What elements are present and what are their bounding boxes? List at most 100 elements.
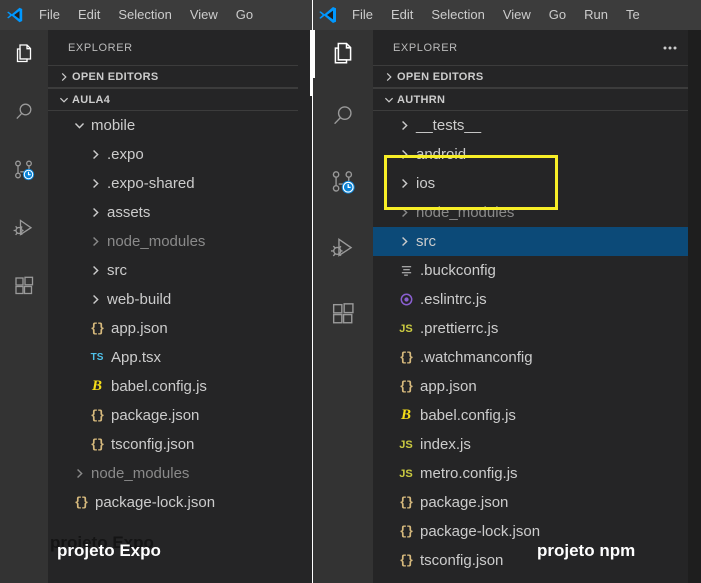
menu-run[interactable]: Run xyxy=(575,0,617,30)
tree-file-buckconfig[interactable]: .buckconfig xyxy=(373,256,688,285)
menu-terminal[interactable]: Te xyxy=(617,0,649,30)
tree-item-label: app.json xyxy=(420,378,477,395)
chevron-right-icon[interactable] xyxy=(70,467,88,480)
menu-selection[interactable]: Selection xyxy=(109,0,180,30)
json-icon: {} xyxy=(90,408,105,423)
chevron-right-icon[interactable] xyxy=(86,148,104,161)
chevron-right-icon[interactable] xyxy=(395,148,413,161)
tree-item-label: package-lock.json xyxy=(420,523,541,540)
menu-view[interactable]: View xyxy=(494,0,540,30)
right-open-editors-section[interactable]: OPEN EDITORS xyxy=(373,65,688,88)
explorer-icon[interactable] xyxy=(0,30,48,78)
tree-folder-expo[interactable]: .expo xyxy=(48,140,312,169)
tree-folder-node-modules[interactable]: node_modules xyxy=(48,459,312,488)
tree-item-label: ios xyxy=(416,175,436,192)
run-debug-icon[interactable] xyxy=(313,224,373,272)
search-icon[interactable] xyxy=(0,88,48,136)
left-menu-bar[interactable]: File Edit Selection View Go xyxy=(0,0,312,30)
tree-folder-mobile[interactable]: mobile xyxy=(48,111,312,140)
config-lines-icon xyxy=(395,264,417,277)
tree-file-tsconfig-json[interactable]: {} tsconfig.json xyxy=(373,546,688,575)
tree-file-metro-config-js[interactable]: JS metro.config.js xyxy=(373,459,688,488)
tree-item-label: node_modules xyxy=(416,204,515,221)
chevron-down-icon[interactable] xyxy=(70,119,88,132)
tree-folder-src[interactable]: src xyxy=(48,256,312,285)
tree-file-eslintrc-js[interactable]: .eslintrc.js xyxy=(373,285,688,314)
tree-file-package-lock-json[interactable]: {} package-lock.json xyxy=(48,488,312,517)
tree-item-label: .prettierrc.js xyxy=(420,320,499,337)
tree-item-label: assets xyxy=(107,204,151,221)
json-icon: {} xyxy=(90,437,105,452)
tree-file-package-json[interactable]: {} package.json xyxy=(48,401,312,430)
tree-file-prettierrc-js[interactable]: JS .prettierrc.js xyxy=(373,314,688,343)
more-actions-icon[interactable] xyxy=(664,46,676,49)
chevron-right-icon[interactable] xyxy=(395,177,413,190)
run-debug-icon[interactable] xyxy=(0,204,48,252)
tree-folder-ios[interactable]: ios xyxy=(373,169,688,198)
source-control-icon[interactable] xyxy=(0,146,48,194)
tree-file-app-tsx[interactable]: TS App.tsx xyxy=(48,343,312,372)
tree-file-babel-config-js[interactable]: Bbabel.config.js xyxy=(373,401,688,430)
tree-item-label: .expo xyxy=(107,146,144,163)
chevron-right-icon[interactable] xyxy=(395,206,413,219)
right-menu-bar[interactable]: File Edit Selection View Go Run Te xyxy=(313,0,701,30)
left-sidebar-scrollbar[interactable] xyxy=(298,30,312,583)
tree-folder-src[interactable]: src xyxy=(373,227,688,256)
tree-folder-android[interactable]: android xyxy=(373,140,688,169)
menu-edit[interactable]: Edit xyxy=(69,0,109,30)
tree-file-package-json[interactable]: {} package.json xyxy=(373,488,688,517)
right-root-folder-section[interactable]: AUTHRN xyxy=(373,88,688,111)
chevron-right-icon[interactable] xyxy=(395,235,413,248)
tree-file-package-lock-json[interactable]: {} package-lock.json xyxy=(373,517,688,546)
json-icon: {} xyxy=(399,524,414,539)
extensions-icon[interactable] xyxy=(313,290,373,338)
right-explorer-header: EXPLORER xyxy=(373,30,688,65)
tree-file-watchmanconfig[interactable]: {} .watchmanconfig xyxy=(373,343,688,372)
search-icon[interactable] xyxy=(313,92,373,140)
tree-item-label: metro.config.js xyxy=(420,465,518,482)
left-root-folder-section[interactable]: AULA4 xyxy=(48,88,312,111)
tree-item-label: mobile xyxy=(91,117,136,134)
tree-file-tsconfig-json[interactable]: {} tsconfig.json xyxy=(48,430,312,459)
extensions-icon[interactable] xyxy=(0,262,48,310)
left-open-editors-section[interactable]: OPEN EDITORS xyxy=(48,65,312,88)
tree-item-label: .watchmanconfig xyxy=(420,349,533,366)
js-icon: JS xyxy=(399,467,413,480)
tree-item-label: babel.config.js xyxy=(111,378,207,395)
right-activity-bar xyxy=(313,30,373,583)
chevron-right-icon[interactable] xyxy=(86,206,104,219)
tree-folder-web-build[interactable]: web-build xyxy=(48,285,312,314)
tree-item-label: node_modules xyxy=(91,465,190,482)
chevron-right-icon[interactable] xyxy=(86,177,104,190)
tree-folder-expo-shared[interactable]: .expo-shared xyxy=(48,169,312,198)
tree-file-babel-config-js[interactable]: Bbabel.config.js xyxy=(48,372,312,401)
tree-item-label: node_modules xyxy=(107,233,206,250)
tree-file-app-json[interactable]: {} app.json xyxy=(373,372,688,401)
menu-selection[interactable]: Selection xyxy=(422,0,493,30)
tree-folder-tests[interactable]: __tests__ xyxy=(373,111,688,140)
chevron-right-icon[interactable] xyxy=(86,264,104,277)
tree-item-label: src xyxy=(416,233,436,250)
vscode-logo-icon xyxy=(313,0,343,30)
screenshot-root: File Edit Selection View Go EXPLORER OPE… xyxy=(0,0,701,583)
js-icon: JS xyxy=(399,438,413,451)
menu-go[interactable]: Go xyxy=(540,0,575,30)
explorer-title: EXPLORER xyxy=(393,41,458,54)
menu-edit[interactable]: Edit xyxy=(382,0,422,30)
open-editors-label: OPEN EDITORS xyxy=(72,70,159,83)
chevron-right-icon[interactable] xyxy=(86,235,104,248)
tree-folder-node-modules[interactable]: node_modules xyxy=(48,227,312,256)
tree-item-label: tsconfig.json xyxy=(420,552,504,569)
tree-folder-assets[interactable]: assets xyxy=(48,198,312,227)
menu-view[interactable]: View xyxy=(181,0,227,30)
tree-file-index-js[interactable]: JS index.js xyxy=(373,430,688,459)
tree-folder-node-modules[interactable]: node_modules xyxy=(373,198,688,227)
chevron-right-icon[interactable] xyxy=(86,293,104,306)
menu-file[interactable]: File xyxy=(30,0,69,30)
source-control-icon[interactable] xyxy=(313,158,373,206)
menu-go[interactable]: Go xyxy=(227,0,262,30)
chevron-right-icon[interactable] xyxy=(395,119,413,132)
menu-file[interactable]: File xyxy=(343,0,382,30)
explorer-icon[interactable] xyxy=(313,30,373,78)
tree-file-app-json[interactable]: {} app.json xyxy=(48,314,312,343)
